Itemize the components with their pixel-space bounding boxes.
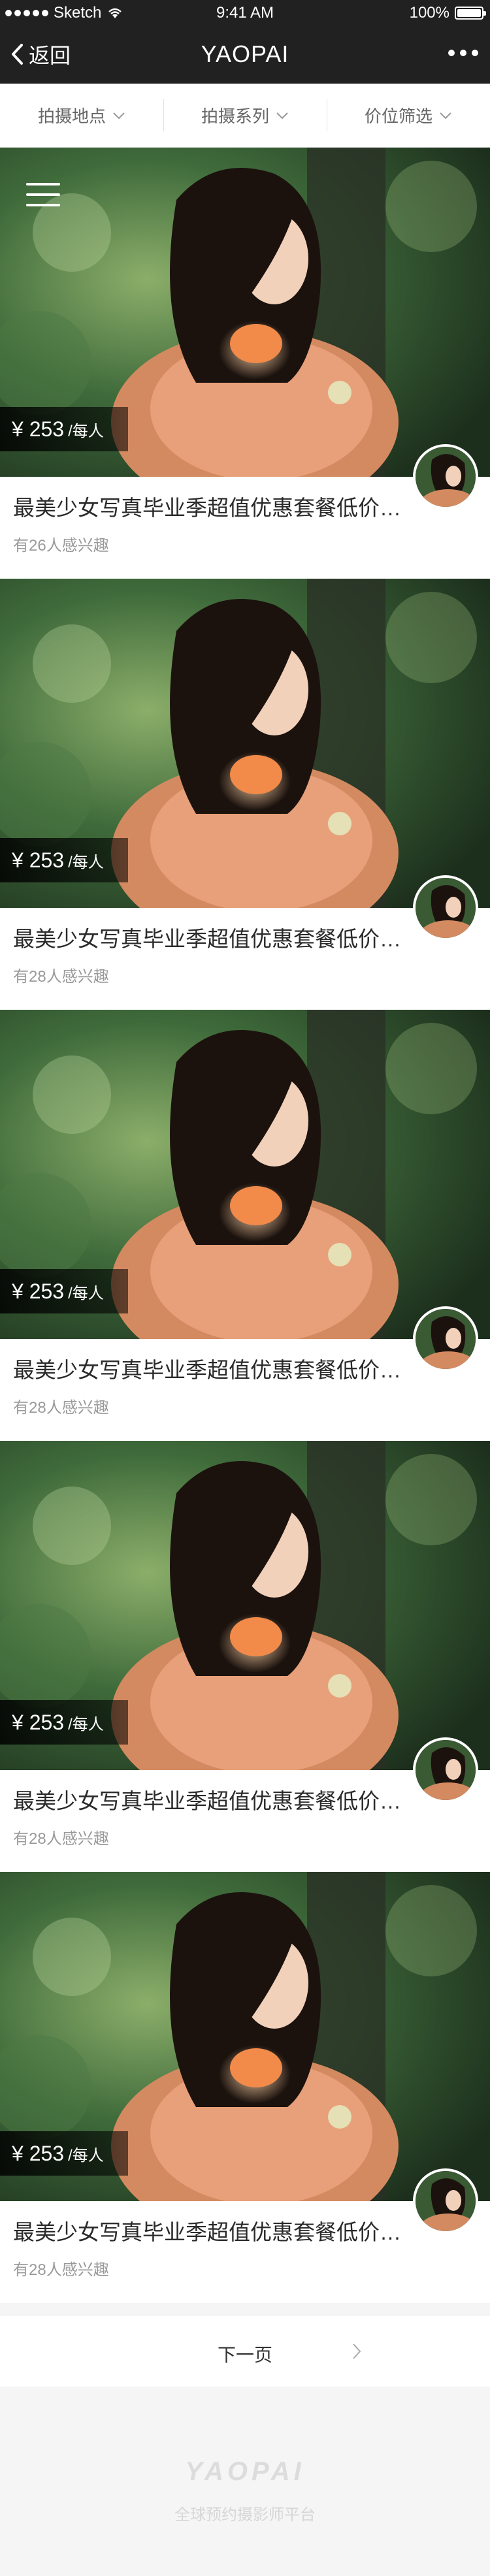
product-list: ¥ 253 /每人 最美少女写真毕业季超值优惠套餐低价抢购 有26人感兴趣 ¥ …	[0, 148, 490, 2303]
filter-bar: 拍摄地点 拍摄系列 价位筛选	[0, 84, 490, 148]
price-tag: ¥ 253 /每人	[0, 407, 128, 451]
price-tag: ¥ 253 /每人	[0, 1700, 128, 1745]
menu-icon[interactable]	[26, 183, 60, 209]
product-title[interactable]: 最美少女写真毕业季超值优惠套餐低价抢购	[13, 2215, 405, 2246]
page-title: YAOPAI	[201, 40, 289, 67]
avatar[interactable]	[413, 444, 478, 509]
avatar-image	[416, 2171, 476, 2231]
more-dot-icon	[472, 50, 478, 56]
avatar[interactable]	[413, 1306, 478, 1372]
next-page-button[interactable]: 下一页	[0, 2316, 490, 2387]
price-tag: ¥ 253 /每人	[0, 838, 128, 882]
product-card[interactable]: ¥ 253 /每人 最美少女写真毕业季超值优惠套餐低价抢购 有28人感兴趣	[0, 1872, 490, 2303]
product-title[interactable]: 最美少女写真毕业季超值优惠套餐低价抢购	[13, 922, 405, 953]
interest-count: 有28人感兴趣	[13, 2261, 109, 2279]
more-dot-icon	[460, 50, 466, 56]
chevron-right-icon	[353, 2343, 361, 2359]
nav-bar: 返回 YAOPAI	[0, 26, 490, 84]
product-title[interactable]: 最美少女写真毕业季超值优惠套餐低价抢购	[13, 1353, 405, 1384]
price-unit: /每人	[68, 1284, 104, 1302]
filter-series[interactable]: 拍摄系列	[163, 84, 327, 147]
filter-price[interactable]: 价位筛选	[327, 84, 490, 147]
price-unit: /每人	[68, 853, 104, 871]
product-card[interactable]: ¥ 253 /每人 最美少女写真毕业季超值优惠套餐低价抢购 有28人感兴趣	[0, 1010, 490, 1441]
price-value: ¥ 253	[12, 848, 65, 872]
price-tag: ¥ 253 /每人	[0, 2131, 128, 2176]
more-button[interactable]	[448, 50, 478, 56]
price-unit: /每人	[68, 1715, 104, 1733]
chevron-down-icon	[276, 112, 288, 119]
price-value: ¥ 253	[12, 417, 65, 441]
price-value: ¥ 253	[12, 1279, 65, 1303]
next-page-label: 下一页	[217, 2345, 272, 2365]
filter-label: 拍摄地点	[37, 106, 106, 126]
avatar-image	[416, 1740, 476, 1800]
price-value: ¥ 253	[12, 2141, 65, 2165]
price-unit: /每人	[68, 2146, 104, 2165]
product-title[interactable]: 最美少女写真毕业季超值优惠套餐低价抢购	[13, 1784, 405, 1815]
footer-slogan: 全球预约摄影师平台	[174, 2506, 316, 2524]
back-label: 返回	[29, 44, 71, 67]
battery-group: 100%	[409, 4, 486, 22]
avatar[interactable]	[413, 2168, 478, 2234]
footer: YAOPAI 全球预约摄影师平台	[0, 2400, 490, 2576]
battery-percent: 100%	[409, 4, 449, 22]
avatar[interactable]	[413, 1737, 478, 1803]
interest-count: 有28人感兴趣	[13, 968, 109, 986]
back-button[interactable]: 返回	[10, 39, 71, 69]
price-value: ¥ 253	[12, 1710, 65, 1734]
more-dot-icon	[448, 50, 455, 56]
avatar-image	[416, 878, 476, 938]
filter-label: 价位筛选	[364, 106, 433, 126]
product-card[interactable]: ¥ 253 /每人 最美少女写真毕业季超值优惠套餐低价抢购 有28人感兴趣	[0, 579, 490, 1010]
interest-count: 有28人感兴趣	[13, 1399, 109, 1417]
filter-location[interactable]: 拍摄地点	[0, 84, 163, 147]
product-card[interactable]: ¥ 253 /每人 最美少女写真毕业季超值优惠套餐低价抢购 有26人感兴趣	[0, 148, 490, 579]
avatar-image	[416, 1309, 476, 1369]
price-unit: /每人	[68, 422, 104, 440]
footer-logo: YAOPAI	[185, 2457, 305, 2486]
interest-count: 有28人感兴趣	[13, 1830, 109, 1848]
chevron-left-icon	[12, 44, 23, 65]
product-title[interactable]: 最美少女写真毕业季超值优惠套餐低价抢购	[13, 491, 405, 522]
product-card[interactable]: ¥ 253 /每人 最美少女写真毕业季超值优惠套餐低价抢购 有28人感兴趣	[0, 1441, 490, 1872]
battery-icon	[455, 7, 486, 20]
price-tag: ¥ 253 /每人	[0, 1269, 128, 1313]
chevron-down-icon	[113, 112, 125, 119]
interest-count: 有26人感兴趣	[13, 537, 109, 555]
filter-label: 拍摄系列	[201, 106, 269, 126]
avatar-image	[416, 447, 476, 507]
status-bar: Sketch 9:41 AM 100%	[0, 0, 490, 26]
avatar[interactable]	[413, 875, 478, 941]
chevron-down-icon	[440, 112, 451, 119]
